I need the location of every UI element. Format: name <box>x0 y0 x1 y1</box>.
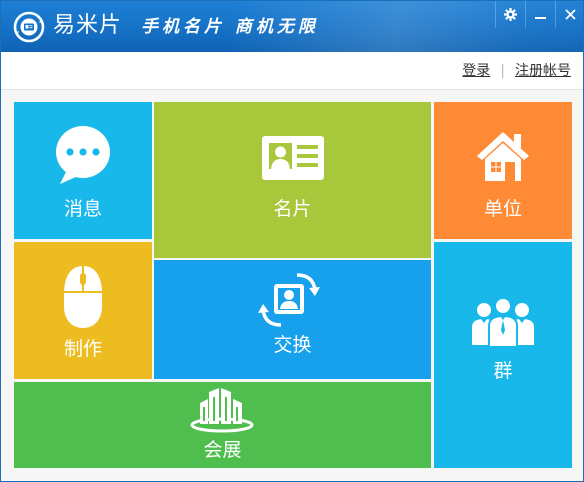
tile-expo[interactable]: 会展 <box>14 382 431 468</box>
people-icon <box>472 297 534 347</box>
tile-expo-label: 会展 <box>203 439 242 461</box>
link-separator: | <box>500 63 505 79</box>
app-logo-icon <box>13 11 45 43</box>
speech-bubble-icon <box>56 126 110 184</box>
mouse-icon <box>64 266 102 328</box>
settings-button[interactable] <box>495 1 525 28</box>
close-icon <box>565 9 576 20</box>
tile-group-label: 群 <box>493 360 513 382</box>
window-controls <box>495 1 583 28</box>
tile-messages[interactable]: 消息 <box>14 102 152 239</box>
tile-make-label: 制作 <box>63 338 102 360</box>
tile-org[interactable]: 单位 <box>434 102 572 239</box>
buildings-icon <box>190 388 254 433</box>
tile-org-label: 单位 <box>483 198 522 220</box>
app-slogan: 手机名片 商机无限 <box>141 17 319 37</box>
close-button[interactable] <box>555 1 583 28</box>
tile-card[interactable]: 名片 <box>154 102 431 258</box>
app-name: 易米片 <box>53 13 123 38</box>
tile-exchange[interactable]: 交换 <box>154 260 431 379</box>
tile-group[interactable]: 群 <box>434 242 572 468</box>
tile-make[interactable]: 制作 <box>14 242 152 379</box>
account-links: 登录 | 注册帐号 <box>462 61 571 81</box>
title-bar[interactable]: 易米片 手机名片 商机无限 <box>1 1 583 52</box>
tile-exchange-label: 交换 <box>273 334 312 356</box>
minimize-button[interactable] <box>525 1 555 28</box>
exchange-icon <box>258 273 320 327</box>
gear-icon <box>504 8 517 21</box>
house-icon <box>477 132 529 181</box>
register-link[interactable]: 注册帐号 <box>515 61 571 81</box>
minimize-icon <box>535 17 546 19</box>
tile-messages-label: 消息 <box>63 198 102 220</box>
id-card-icon <box>262 136 324 180</box>
account-bar: 登录 | 注册帐号 <box>1 52 583 90</box>
login-link[interactable]: 登录 <box>462 61 490 81</box>
tile-card-label: 名片 <box>273 198 312 220</box>
app-window: 易米片 手机名片 商机无限 登录 | 注册帐号 消息 名片 单位 制作 交换 群… <box>0 0 584 482</box>
